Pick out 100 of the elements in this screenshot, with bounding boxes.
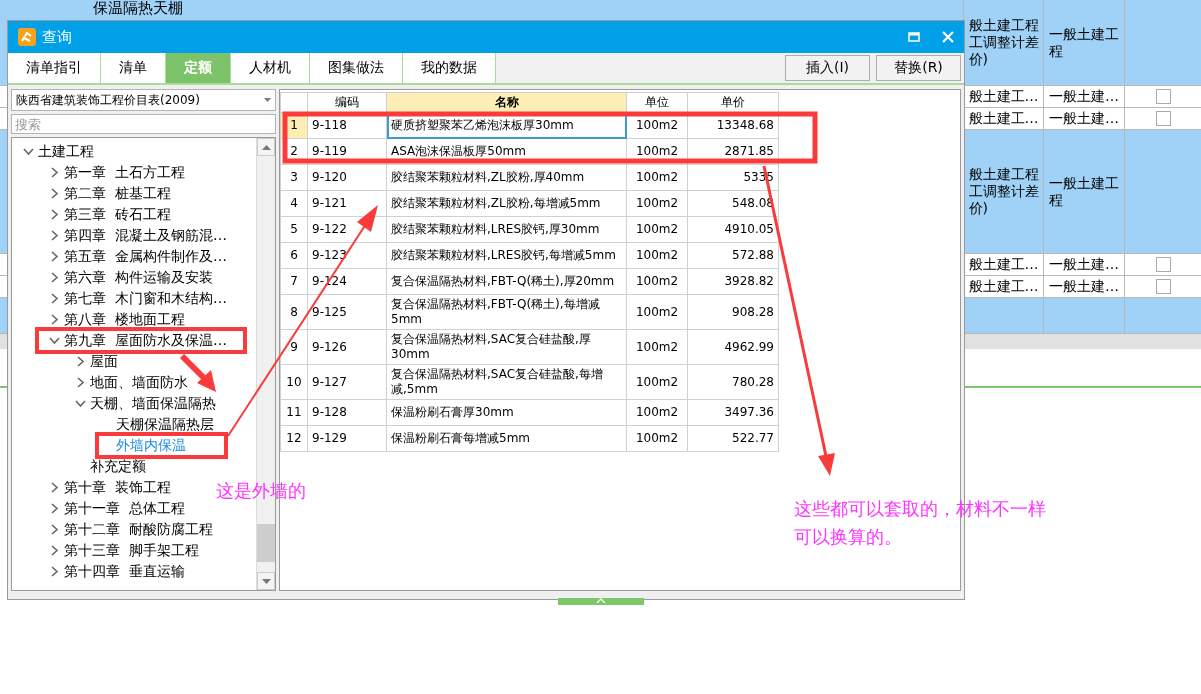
table-cell: 保温粉刷石膏厚30mm bbox=[386, 399, 627, 426]
row-number[interactable]: 6 bbox=[280, 242, 308, 269]
close-icon[interactable] bbox=[942, 31, 954, 43]
table-cell-text: 般土建工程工调整计差价) bbox=[967, 17, 1040, 68]
window-title: 查询 bbox=[42, 27, 73, 47]
caret-icon bbox=[264, 98, 271, 102]
tree-item[interactable]: 第八章 楼地面工程 bbox=[64, 310, 185, 329]
table-cell: 3497.36 bbox=[687, 399, 779, 426]
annotation-text: 这些都可以套取的，材料不一样 bbox=[794, 497, 1046, 521]
tree-item[interactable]: 天棚、墙面保温隔热 bbox=[90, 394, 216, 413]
table-cell: 9-127 bbox=[307, 364, 387, 400]
table-cell: 9-128 bbox=[307, 399, 387, 426]
tree-item[interactable]: 地面、墙面防水 bbox=[90, 373, 188, 392]
row-number[interactable]: 4 bbox=[280, 190, 308, 217]
tree-item[interactable]: 第三章 砖石工程 bbox=[64, 205, 171, 224]
tree-item[interactable]: 屋面 bbox=[90, 352, 118, 371]
table-cell: 保温隔热天棚 bbox=[93, 1, 183, 16]
catalog-select[interactable]: 陕西省建筑装饰工程价目表(2009) bbox=[11, 89, 276, 111]
table-cell-text: 般土建工… bbox=[967, 110, 1040, 127]
scroll-up-icon[interactable] bbox=[261, 144, 271, 150]
column-header[interactable]: 名称 bbox=[386, 92, 627, 113]
tree-item[interactable]: 天棚保温隔热层 bbox=[116, 415, 214, 434]
table-cell-text: 一般土建工程 bbox=[1048, 174, 1120, 209]
column-header[interactable]: 单价 bbox=[687, 92, 779, 113]
checkbox[interactable] bbox=[1155, 89, 1171, 104]
table-cell: 3928.82 bbox=[687, 268, 779, 295]
checkbox[interactable] bbox=[1155, 111, 1171, 126]
table-cell-text: 般土建工… bbox=[967, 88, 1040, 105]
row-number[interactable]: 12 bbox=[280, 425, 308, 452]
annotation-text: 可以换算的。 bbox=[794, 525, 902, 549]
row-number[interactable]: 11 bbox=[280, 399, 308, 426]
annotation-text: 这是外墙的 bbox=[216, 479, 306, 503]
row-number[interactable]: 10 bbox=[280, 364, 308, 400]
tab[interactable]: 人材机 bbox=[231, 53, 310, 83]
row-number[interactable]: 5 bbox=[280, 216, 308, 243]
table-cell: 复合保温隔热材料,FBT-Q(稀土),厚20mm bbox=[386, 268, 627, 295]
row-number[interactable]: 3 bbox=[280, 164, 308, 191]
search-field[interactable]: 搜索 bbox=[11, 114, 276, 134]
table-cell-text: 般土建工程工调整计差价) bbox=[967, 166, 1040, 217]
tree-item[interactable]: 第十三章 脚手架工程 bbox=[64, 541, 199, 560]
table-cell: 胶结聚苯颗粒材料,ZL胶粉,厚40mm bbox=[386, 164, 627, 191]
table-cell: 100m2 bbox=[626, 329, 688, 365]
tab[interactable]: 图集做法 bbox=[310, 53, 403, 83]
tree-item[interactable]: 补充定额 bbox=[90, 457, 146, 476]
scroll-thumb[interactable] bbox=[257, 524, 275, 562]
tree-item[interactable]: 第二章 桩基工程 bbox=[64, 184, 171, 203]
replace-button[interactable]: 替换(R) bbox=[876, 55, 961, 81]
chevron-down-icon[interactable] bbox=[74, 398, 86, 409]
tree-item[interactable]: 第十四章 垂直运输 bbox=[64, 562, 185, 581]
table-cell: 9-125 bbox=[307, 294, 387, 330]
app-logo-icon bbox=[18, 28, 36, 46]
tab[interactable]: 清单指引 bbox=[8, 53, 101, 83]
table-cell: 780.28 bbox=[687, 364, 779, 400]
tree-item[interactable]: 第七章 木门窗和木结构… bbox=[64, 289, 227, 308]
table-cell: 复合保温隔热材料,FBT-Q(稀土),每增减5mm bbox=[386, 294, 627, 330]
table-cell-text: 一般土建… bbox=[1048, 256, 1120, 273]
tab[interactable]: 我的数据 bbox=[403, 53, 496, 83]
table-cell-text: 般土建工… bbox=[967, 278, 1040, 295]
row-number[interactable]: 7 bbox=[280, 268, 308, 295]
chevron-down-icon[interactable] bbox=[48, 335, 60, 346]
tree-item[interactable]: 第六章 构件运输及安装 bbox=[64, 268, 213, 287]
table-cell-text: 一般土建工程 bbox=[1048, 25, 1120, 60]
table-cell: 9-120 bbox=[307, 164, 387, 191]
table-cell-text: 般土建工… bbox=[967, 256, 1040, 273]
scroll-down-icon[interactable] bbox=[261, 578, 271, 584]
table-cell: 100m2 bbox=[626, 294, 688, 330]
row-number[interactable]: 8 bbox=[280, 294, 308, 330]
table-cell: 9-126 bbox=[307, 329, 387, 365]
chevron-up-icon bbox=[596, 598, 606, 603]
checkbox[interactable] bbox=[1155, 257, 1171, 272]
tree-item[interactable]: 第十一章 总体工程 bbox=[64, 499, 185, 518]
tree-item[interactable]: 第一章 土石方工程 bbox=[64, 163, 185, 182]
table-cell: 522.77 bbox=[687, 425, 779, 452]
table-cell: 908.28 bbox=[687, 294, 779, 330]
tree-item[interactable]: 第十章 装饰工程 bbox=[64, 478, 171, 497]
tree-item[interactable]: 第九章 屋面防水及保温… bbox=[64, 331, 227, 350]
maximize-icon[interactable] bbox=[908, 32, 920, 42]
resize-handle[interactable] bbox=[558, 598, 644, 605]
table-cell: 9-129 bbox=[307, 425, 387, 452]
tree-item[interactable]: 第五章 金属构件制作及… bbox=[64, 247, 227, 266]
tree-item[interactable]: 土建工程 bbox=[38, 142, 94, 161]
table-cell: 100m2 bbox=[626, 364, 688, 400]
tree-item[interactable]: 第十二章 耐酸防腐工程 bbox=[64, 520, 213, 539]
table-cell: 胶结聚苯颗粒材料,LRES胶钙,每增减5mm bbox=[386, 242, 627, 269]
table-cell: 572.88 bbox=[687, 242, 779, 269]
column-header[interactable]: 编码 bbox=[307, 92, 387, 113]
column-header[interactable]: 单位 bbox=[626, 92, 688, 113]
checkbox[interactable] bbox=[1155, 279, 1171, 294]
insert-button[interactable]: 插入(I) bbox=[785, 55, 870, 81]
table-cell: 胶结聚苯颗粒材料,LRES胶钙,厚30mm bbox=[386, 216, 627, 243]
table-cell: 4962.99 bbox=[687, 329, 779, 365]
table-cell: 胶结聚苯颗粒材料,ZL胶粉,每增减5mm bbox=[386, 190, 627, 217]
table-cell: 保温粉刷石膏每增减5mm bbox=[386, 425, 627, 452]
table-cell: 复合保温隔热材料,SAC复合硅盐酸,厚30mm bbox=[386, 329, 627, 365]
tree-item[interactable]: 外墙内保温 bbox=[116, 436, 186, 455]
table-cell-text: 一般土建… bbox=[1048, 110, 1120, 127]
chevron-down-icon[interactable] bbox=[22, 146, 34, 157]
tab[interactable]: 清单 bbox=[101, 53, 166, 83]
tree-item[interactable]: 第四章 混凝土及钢筋混… bbox=[64, 226, 227, 245]
table-cell-text: 一般土建… bbox=[1048, 88, 1120, 105]
